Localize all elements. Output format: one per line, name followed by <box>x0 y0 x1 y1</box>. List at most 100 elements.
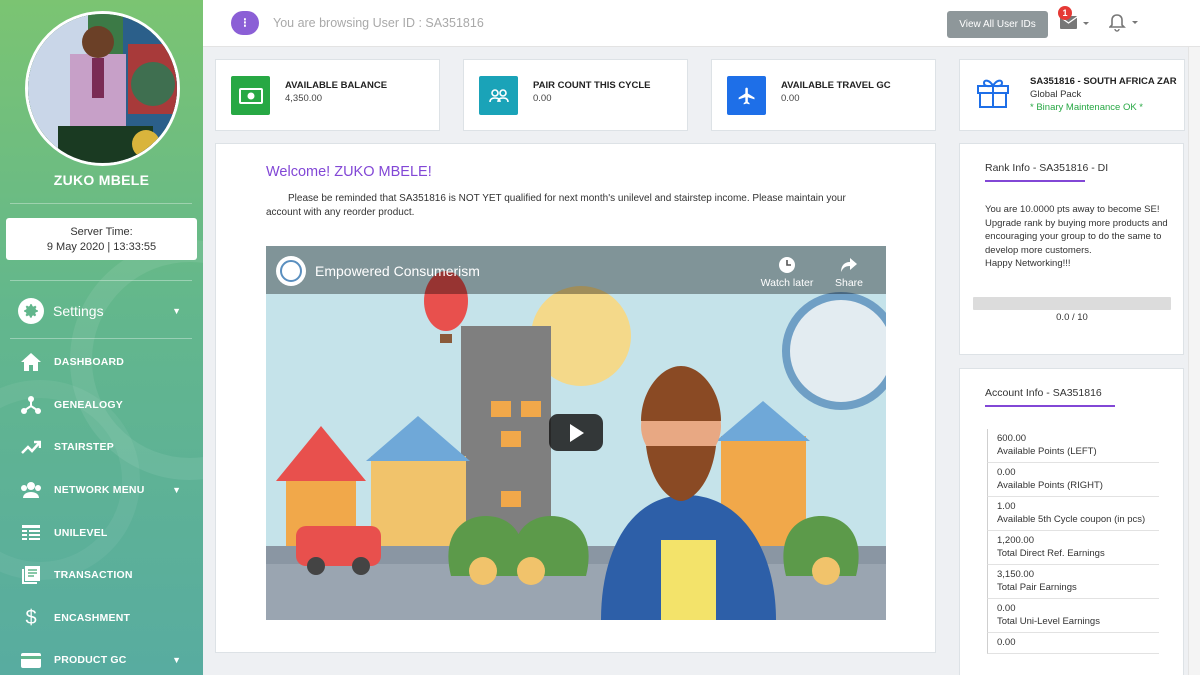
notifications-dropdown[interactable] <box>1108 13 1139 35</box>
list-item: 600.00 Available Points (LEFT) <box>987 429 1159 463</box>
account-value: 600.00 <box>997 433 1027 444</box>
account-info-title: Account Info - SA351816 <box>985 387 1102 399</box>
users-icon <box>20 479 42 501</box>
info-icon[interactable]: ⁝ <box>231 11 259 35</box>
sidebar-item-label: STAIRSTEP <box>54 441 114 453</box>
account-label: Total Uni-Level Earnings <box>997 616 1100 627</box>
sidebar-item-stairstep[interactable]: STAIRSTEP <box>0 427 203 467</box>
gear-icon <box>18 298 44 324</box>
account-label: Available Points (LEFT) <box>997 446 1097 457</box>
stat-value: 0.00 <box>781 93 800 104</box>
pack-title: SA351816 - SOUTH AFRICA ZAR <box>1030 76 1177 87</box>
sidebar-item-genealogy[interactable]: GENEALOGY <box>0 385 203 425</box>
sidebar-item-label: TRANSACTION <box>54 569 133 581</box>
server-time-label: Server Time: <box>70 226 133 238</box>
share-label: Share <box>834 277 864 289</box>
sidebar-item-label: PRODUCT GC <box>54 654 127 666</box>
video-title: Empowered Consumerism <box>315 263 480 279</box>
list-item: 3,150.00 Total Pair Earnings <box>987 565 1159 599</box>
rank-info-panel: Rank Info - SA351816 - DI You are 10.000… <box>959 143 1184 355</box>
pack-subtitle: Global Pack <box>1030 89 1082 100</box>
account-value: 0.00 <box>997 637 1016 648</box>
people-icon <box>479 76 518 115</box>
rank-message: You are 10.0000 pts away to become SE! U… <box>985 203 1175 271</box>
sidebar-item-product-gc[interactable]: PRODUCT GC ▼ <box>0 640 203 675</box>
list-item: 0.00 Total Uni-Level Earnings <box>987 599 1159 633</box>
settings-menu[interactable]: Settings ▼ <box>0 292 203 330</box>
list-item: 0.00 Available Points (RIGHT) <box>987 463 1159 497</box>
account-info-list: 600.00 Available Points (LEFT) 0.00 Availa… <box>987 429 1159 654</box>
sidebar-item-transaction[interactable]: TRANSACTION <box>0 555 203 595</box>
account-value: 0.00 <box>997 467 1016 478</box>
welcome-title: Welcome! ZUKO MBELE! <box>266 164 432 180</box>
rank-message-text: You are 10.0000 pts away to become SE! U… <box>985 204 1168 256</box>
account-label: Available Points (RIGHT) <box>997 480 1103 491</box>
view-all-user-ids-button[interactable]: View All User IDs <box>947 11 1048 38</box>
stat-label: AVAILABLE BALANCE <box>285 80 388 91</box>
clock-icon <box>779 257 795 273</box>
account-value: 3,150.00 <box>997 569 1034 580</box>
video-thumbnail <box>266 246 886 620</box>
dollar-icon: $ <box>25 606 37 629</box>
sidebar: ZUKO MBELE Server Time: 9 May 2020 | 13:… <box>0 0 203 675</box>
list-item: 1.00 Available 5th Cycle coupon (in pcs) <box>987 497 1159 531</box>
pack-card: SA351816 - SOUTH AFRICA ZAR Global Pack … <box>959 59 1185 131</box>
sidebar-item-label: UNILEVEL <box>54 527 108 539</box>
caret-down-icon: ▼ <box>172 306 181 316</box>
sidebar-item-label: ENCASHMENT <box>54 612 131 624</box>
table-icon <box>20 522 42 544</box>
caret-down-icon: ▼ <box>172 655 181 665</box>
stat-card-balance: AVAILABLE BALANCE 4,350.00 <box>215 59 440 131</box>
list-item: 0.00 <box>987 633 1159 654</box>
divider <box>10 280 192 281</box>
divider <box>10 203 192 204</box>
sidebar-item-label: GENEALOGY <box>54 399 123 411</box>
rank-progress-bar <box>973 297 1171 310</box>
account-value: 1.00 <box>997 501 1016 512</box>
title-underline <box>985 180 1085 182</box>
gift-icon <box>976 75 1010 114</box>
stat-value: 0.00 <box>533 93 552 104</box>
account-value: 0.00 <box>997 603 1016 614</box>
settings-label: Settings <box>53 303 104 319</box>
sidebar-item-unilevel[interactable]: UNILEVEL <box>0 513 203 553</box>
money-icon <box>231 76 270 115</box>
stat-card-travel-gc: AVAILABLE TRAVEL GC 0.00 <box>711 59 936 131</box>
share-button[interactable]: Share <box>829 256 869 289</box>
pack-status: * Binary Maintenance OK * <box>1030 102 1144 113</box>
account-label: Total Pair Earnings <box>997 582 1077 593</box>
welcome-panel: Welcome! ZUKO MBELE! Please be reminded … <box>215 143 936 653</box>
rank-closing-text: Happy Networking!!! <box>985 258 1071 269</box>
account-label: Total Direct Ref. Earnings <box>997 548 1105 559</box>
airplane-icon <box>727 76 766 115</box>
card-icon <box>20 649 42 671</box>
sidebar-item-dashboard[interactable]: DASHBOARD <box>0 342 203 382</box>
sidebar-item-network-menu[interactable]: NETWORK MENU ▼ <box>0 470 203 510</box>
sidebar-item-label: DASHBOARD <box>54 356 125 368</box>
video-player[interactable]: Empowered Consumerism Watch later Share <box>266 246 886 620</box>
divider <box>10 338 192 339</box>
caret-down-icon: ▼ <box>172 485 181 495</box>
user-name: ZUKO MBELE <box>53 172 150 188</box>
stat-label: PAIR COUNT THIS CYCLE <box>533 80 651 91</box>
stat-label: AVAILABLE TRAVEL GC <box>781 80 891 91</box>
sidebar-item-encashment[interactable]: $ ENCASHMENT <box>0 598 203 638</box>
rank-info-title: Rank Info - SA351816 - DI <box>985 162 1109 174</box>
tree-icon <box>20 394 42 416</box>
list-item: 1,200.00 Total Direct Ref. Earnings <box>987 531 1159 565</box>
account-info-panel: Account Info - SA351816 600.00 Available … <box>959 368 1184 675</box>
rank-progress-text: 0.0 / 10 <box>1056 312 1088 323</box>
welcome-message: Please be reminded that SA351816 is NOT … <box>266 193 846 218</box>
top-bar: ⁝ You are browsing User ID : SA351816 Vi… <box>203 0 1200 47</box>
server-time-value: 9 May 2020 | 13:33:55 <box>46 241 157 253</box>
scrollbar[interactable] <box>1188 47 1200 675</box>
watch-later-button[interactable]: Watch later <box>757 256 817 289</box>
notification-badge: 1 <box>1058 6 1072 20</box>
bell-icon <box>1108 14 1138 32</box>
avatar <box>25 11 180 166</box>
browse-user-text: You are browsing User ID : SA351816 <box>273 16 484 30</box>
account-value: 1,200.00 <box>997 535 1034 546</box>
title-underline <box>985 405 1115 407</box>
stat-card-pair-count: PAIR COUNT THIS CYCLE 0.00 <box>463 59 688 131</box>
home-icon <box>20 351 42 373</box>
